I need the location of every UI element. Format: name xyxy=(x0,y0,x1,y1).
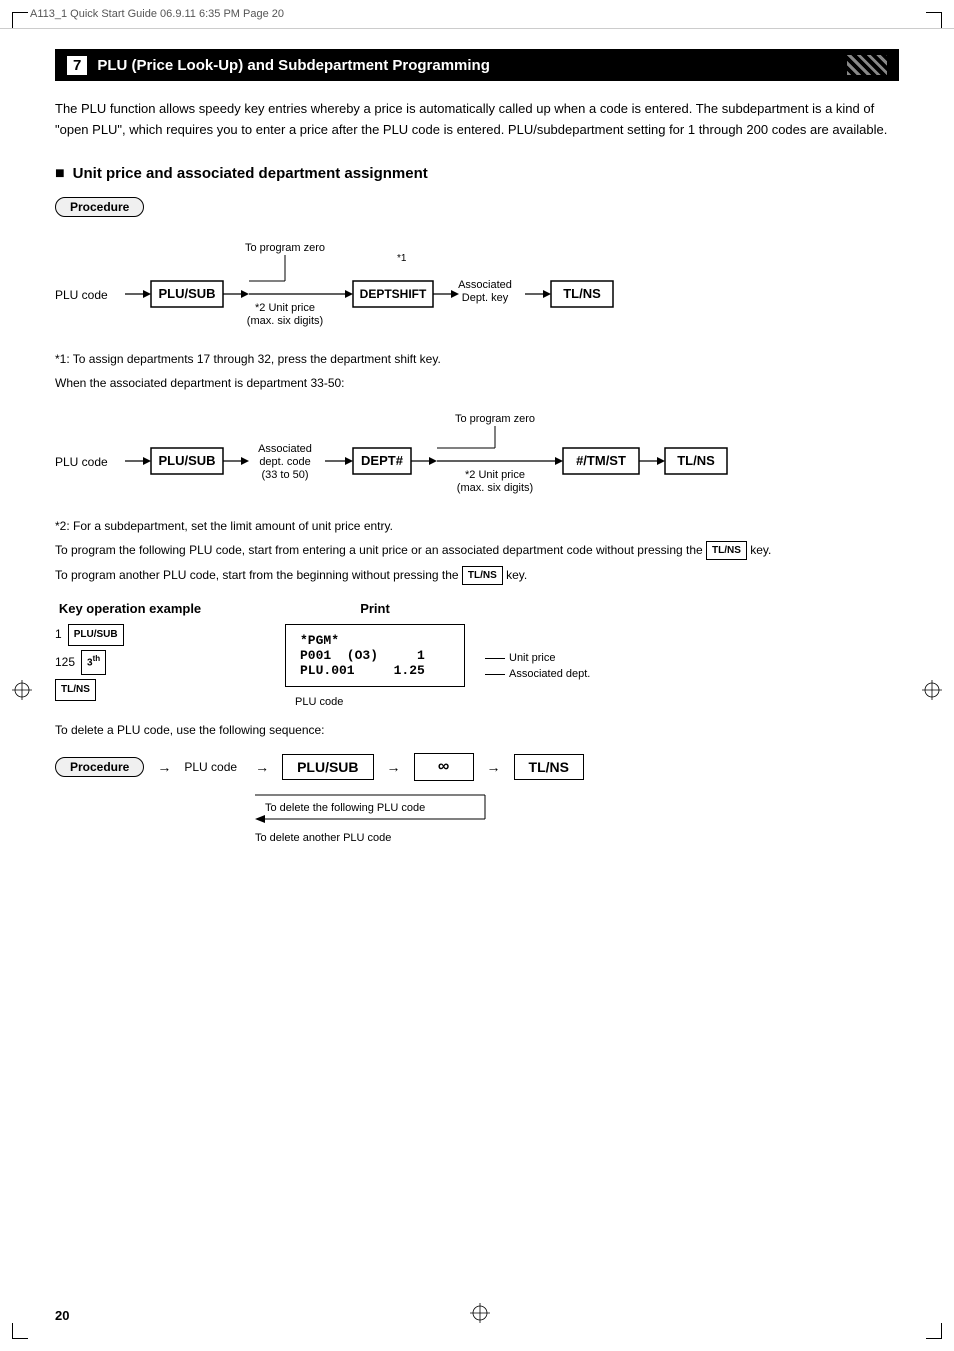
delete-arrow-0: → xyxy=(157,759,171,775)
page-number: 20 xyxy=(55,1308,69,1323)
svg-text:To program zero: To program zero xyxy=(455,413,535,425)
print-box: *PGM* P001 (O3) 1 PLU.001 1.25 xyxy=(285,624,465,687)
reg-mark-right xyxy=(922,680,942,700)
corner-mark-br xyxy=(926,1323,942,1339)
note-3: To program the following PLU code, start… xyxy=(55,541,899,560)
print-title: Print xyxy=(285,601,465,616)
delete-loop-svg: To delete the following PLU code xyxy=(255,787,535,827)
intro-paragraph: The PLU function allows speedy key entri… xyxy=(55,99,899,141)
header-text: A113_1 Quick Start Guide 06.9.11 6:35 PM… xyxy=(30,8,284,20)
note-2: *2: For a subdepartment, set the limit a… xyxy=(55,517,899,535)
delete-arrow-1: → xyxy=(255,759,269,775)
svg-text:DEPTSHIFT: DEPTSHIFT xyxy=(360,287,427,301)
svg-text:PLU code: PLU code xyxy=(55,288,108,302)
tlns-inline-key-2: TL/NS xyxy=(462,566,503,585)
delete-intro: To delete a PLU code, use the following … xyxy=(55,721,899,739)
subsection-title: Unit price and associated department ass… xyxy=(55,165,899,183)
delete-arrow-2: → xyxy=(387,759,401,775)
svg-text:To program zero: To program zero xyxy=(245,242,325,254)
flow-diagram-1: PLU code PLU/SUB To program zero *2 Unit… xyxy=(55,231,899,344)
corner-mark-tl xyxy=(12,12,28,28)
section-heading: 7 PLU (Price Look-Up) and Subdepartment … xyxy=(55,49,899,81)
note-1: *1: To assign departments 17 through 32,… xyxy=(55,350,899,368)
svg-text:PLU code: PLU code xyxy=(55,455,108,469)
svg-text:(max. six digits): (max. six digits) xyxy=(457,482,533,494)
assoc-dept-annotation: Associated dept. xyxy=(485,668,590,680)
print-line-1: *PGM* xyxy=(300,633,450,648)
tlns-key-op: TL/NS xyxy=(55,679,96,701)
section-title: PLU (Price Look-Up) and Subdepartment Pr… xyxy=(97,57,490,74)
reg-mark-bottom xyxy=(470,1303,490,1323)
corner-mark-tr xyxy=(926,12,942,28)
svg-text:To delete the following PLU co: To delete the following PLU code xyxy=(265,802,425,814)
procedure-badge-2: Procedure xyxy=(55,757,144,777)
procedure-badge-1: Procedure xyxy=(55,197,144,217)
print-col: Print *PGM* P001 (O3) 1 PLU.001 1.25 Uni… xyxy=(285,601,465,687)
svg-text:TL/NS: TL/NS xyxy=(677,453,715,468)
corner-mark-bl xyxy=(12,1323,28,1339)
svg-text:(33 to 50): (33 to 50) xyxy=(261,469,308,481)
flow2-intro: When the associated department is depart… xyxy=(55,374,899,392)
example-section: Key operation example 1 PLU/SUB 125 3th … xyxy=(55,601,899,700)
svg-text:*1: *1 xyxy=(397,253,407,264)
svg-text:(max. six digits): (max. six digits) xyxy=(247,315,323,327)
note-4: To program another PLU code, start from … xyxy=(55,566,899,585)
delete-key-tlns: TL/NS xyxy=(514,754,584,780)
op-num-125: 125 xyxy=(55,652,75,674)
svg-text:DEPT#: DEPT# xyxy=(361,453,404,468)
section-stripe xyxy=(847,55,887,75)
svg-text:TL/NS: TL/NS xyxy=(563,286,601,301)
op-num-1: 1 xyxy=(55,624,62,646)
delete-arrow-3: → xyxy=(487,759,501,775)
key-operation-area: 1 PLU/SUB 125 3th TL/NS xyxy=(55,624,205,700)
key-operation-col: Key operation example 1 PLU/SUB 125 3th … xyxy=(55,601,205,700)
svg-text:*2 Unit price: *2 Unit price xyxy=(465,469,525,481)
delete-key-inf: ∞ xyxy=(414,753,474,781)
svg-text:PLU/SUB: PLU/SUB xyxy=(158,453,215,468)
print-line-3: PLU.001 1.25 xyxy=(300,663,450,678)
delete-note-2: To delete another PLU code xyxy=(255,832,899,844)
tlns-inline-key: TL/NS xyxy=(706,541,747,560)
svg-text:Associated: Associated xyxy=(458,279,512,291)
delete-key-plu-sub: PLU/SUB xyxy=(282,754,373,780)
svg-text:Dept. key: Dept. key xyxy=(462,292,509,304)
print-line-2: P001 (O3) 1 xyxy=(300,648,450,663)
unit-price-annotation: Unit price xyxy=(485,652,555,664)
page-header: A113_1 Quick Start Guide 06.9.11 6:35 PM… xyxy=(0,0,954,29)
svg-text:dept. code: dept. code xyxy=(259,456,310,468)
svg-text:*2 Unit price: *2 Unit price xyxy=(255,302,315,314)
subsection-title-text: Unit price and associated department ass… xyxy=(73,165,428,182)
delete-plu-code: PLU code xyxy=(184,760,237,774)
main-content: 7 PLU (Price Look-Up) and Subdepartment … xyxy=(0,29,954,884)
delete-loop-area: To delete the following PLU code To dele… xyxy=(255,787,899,844)
page-container: A113_1 Quick Start Guide 06.9.11 6:35 PM… xyxy=(0,0,954,1351)
reg-mark-left xyxy=(12,680,32,700)
delete-flow-row: Procedure → PLU code → PLU/SUB → ∞ → TL/… xyxy=(55,753,899,781)
svg-text:Associated: Associated xyxy=(258,443,312,455)
section-number: 7 xyxy=(67,56,87,75)
num-3-key-op: 3th xyxy=(81,650,106,674)
operation-title: Key operation example xyxy=(55,601,205,616)
svg-text:#/TM/ST: #/TM/ST xyxy=(576,453,626,468)
plu-sub-key-op: PLU/SUB xyxy=(68,624,124,646)
plu-code-annotation: PLU code xyxy=(295,696,343,708)
delete-section: To delete a PLU code, use the following … xyxy=(55,721,899,844)
flow-diagram-2: PLU code PLU/SUB Associated dept. code (… xyxy=(55,398,899,511)
svg-text:PLU/SUB: PLU/SUB xyxy=(158,286,215,301)
